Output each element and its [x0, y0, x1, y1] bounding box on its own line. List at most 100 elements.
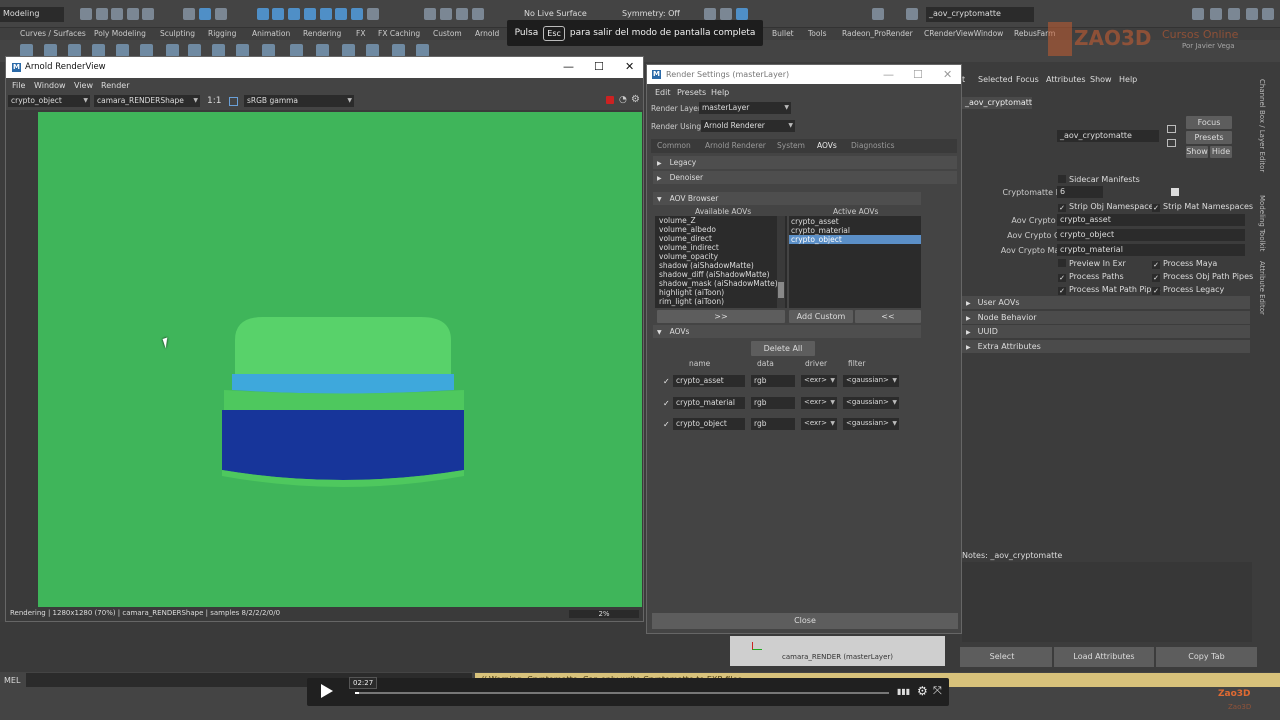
- ae-node-tab[interactable]: _aov_cryptomatte: [962, 97, 1032, 109]
- node-name-field[interactable]: _aov_cryptomatte: [926, 7, 1034, 22]
- node-select-icon[interactable]: [1167, 125, 1176, 133]
- region-icon[interactable]: [229, 97, 238, 106]
- shelf-tab-rigging[interactable]: Rigging: [208, 29, 236, 38]
- aov-name-field[interactable]: crypto_asset: [673, 375, 745, 387]
- render-canvas[interactable]: [6, 110, 643, 607]
- shelf-tab-animation[interactable]: Animation: [252, 29, 290, 38]
- input-field-icon[interactable]: [704, 8, 716, 20]
- shelf-tab-fx-caching[interactable]: FX Caching: [378, 29, 420, 38]
- close-icon[interactable]: ✕: [625, 60, 634, 73]
- settings-gear-icon[interactable]: ⚙: [631, 94, 640, 105]
- hypershade-icon[interactable]: [472, 8, 484, 20]
- shelf-tab-curves[interactable]: Curves / Surfaces: [20, 29, 86, 38]
- ae-menu-focus[interactable]: Focus: [1016, 75, 1039, 84]
- process-obj-box[interactable]: ✓: [1152, 274, 1160, 282]
- shelf-tab-radeon[interactable]: Radeon_ProRender: [842, 29, 913, 38]
- aov-name-field[interactable]: crypto_object: [673, 418, 745, 430]
- section-aovs[interactable]: AOVs: [653, 325, 921, 338]
- preview-exr-checkbox[interactable]: Preview In Exr: [1058, 259, 1126, 268]
- aov-data-field[interactable]: rgb: [751, 375, 795, 387]
- live-surface-label[interactable]: No Live Surface: [524, 9, 587, 18]
- notes-textarea[interactable]: [962, 562, 1252, 642]
- pause-icon[interactable]: [872, 8, 884, 20]
- aov-driver-dropdown[interactable]: <exr>: [801, 375, 837, 387]
- available-aovs-scrollbar[interactable]: [777, 216, 785, 308]
- ae-menu-attributes[interactable]: Attributes: [1046, 75, 1086, 84]
- snap-grid-icon[interactable]: [257, 8, 269, 20]
- available-aov-item[interactable]: shadow_diff (aiShadowMatte): [659, 270, 770, 279]
- strip-obj-checkbox[interactable]: ✓ Strip Obj Namespaces: [1058, 202, 1158, 212]
- rv-menu-view[interactable]: View: [74, 81, 93, 90]
- ipr-icon[interactable]: ◔: [619, 95, 627, 105]
- aov-data-field[interactable]: rgb: [751, 418, 795, 430]
- render-using-dropdown[interactable]: Arnold Renderer: [701, 120, 795, 132]
- asset-field[interactable]: crypto_asset: [1057, 214, 1245, 226]
- volume-icon[interactable]: ▮▮▮: [897, 687, 910, 696]
- load-attributes-button[interactable]: Load Attributes: [1054, 647, 1154, 667]
- snap-point-icon[interactable]: [288, 8, 300, 20]
- ratio-button[interactable]: 1:1: [207, 96, 221, 106]
- cryptomatte-field[interactable]: _aov_cryptomatte: [1057, 130, 1159, 142]
- scroll-thumb[interactable]: [778, 282, 784, 298]
- aov-dropdown[interactable]: crypto_object: [8, 95, 90, 107]
- gear-icon[interactable]: ⚙: [917, 684, 928, 698]
- process-maya-checkbox[interactable]: ✓ Process Maya: [1152, 259, 1217, 269]
- select-component-icon[interactable]: [215, 8, 227, 20]
- fullscreen-icon[interactable]: ⤧: [933, 684, 942, 698]
- shelf-tab-arnold[interactable]: Arnold: [475, 29, 499, 38]
- process-paths-box[interactable]: ✓: [1058, 274, 1066, 282]
- snap-view-icon[interactable]: [304, 8, 316, 20]
- available-aovs-list[interactable]: volume_Z volume_albedo volume_direct vol…: [655, 216, 787, 308]
- shelf-tab-fx[interactable]: FX: [356, 29, 365, 38]
- section-aov-browser[interactable]: AOV Browser: [653, 192, 921, 205]
- snap-vertex-icon[interactable]: [351, 8, 363, 20]
- play-icon[interactable]: [321, 684, 333, 698]
- tab-diagnostics[interactable]: Diagnostics: [851, 141, 895, 150]
- render-view-icon[interactable]: [720, 8, 732, 20]
- rs-menu-help[interactable]: Help: [711, 88, 729, 97]
- remove-aov-button[interactable]: <<: [855, 310, 921, 323]
- section-extra-attributes[interactable]: Extra Attributes: [962, 340, 1250, 353]
- active-aov-item[interactable]: crypto_asset: [789, 217, 921, 226]
- aov-data-field[interactable]: rgb: [751, 397, 795, 409]
- side-tab-modeling-toolkit[interactable]: Modeling Toolkit: [1258, 195, 1266, 251]
- process-mat-checkbox[interactable]: ✓ Process Mat Path Pipes: [1058, 285, 1161, 295]
- section-uuid[interactable]: UUID: [962, 325, 1250, 338]
- lock-icon[interactable]: [367, 8, 379, 20]
- camera-icon[interactable]: [736, 8, 748, 20]
- available-aov-item[interactable]: volume_indirect: [659, 243, 719, 252]
- toggle-panel-icon-2[interactable]: [1210, 8, 1222, 20]
- shelf-tab-rendering[interactable]: Rendering: [303, 29, 341, 38]
- process-mat-box[interactable]: ✓: [1058, 287, 1066, 295]
- render-frame-icon[interactable]: [424, 8, 436, 20]
- tab-aovs[interactable]: AOVs: [817, 141, 837, 150]
- strip-mat-box[interactable]: ✓: [1152, 204, 1160, 212]
- presets-button[interactable]: Presets: [1186, 131, 1232, 144]
- tab-common[interactable]: Common: [657, 141, 691, 150]
- add-aov-button[interactable]: >>: [657, 310, 785, 323]
- hide-button[interactable]: Hide: [1210, 146, 1232, 158]
- snap-edge-icon[interactable]: [335, 8, 347, 20]
- render-layer-dropdown[interactable]: masterLayer: [699, 102, 791, 114]
- strip-mat-checkbox[interactable]: ✓ Strip Mat Namespaces: [1152, 202, 1253, 212]
- section-denoiser[interactable]: Denoiser: [653, 171, 957, 184]
- rs-minimize-icon[interactable]: —: [883, 68, 894, 81]
- active-aov-item-selected[interactable]: crypto_object: [789, 235, 921, 244]
- minimize-icon[interactable]: —: [563, 60, 574, 73]
- ae-menu-help[interactable]: Help: [1119, 75, 1137, 84]
- open-scene-icon[interactable]: [96, 8, 108, 20]
- rs-close-icon[interactable]: ✕: [943, 68, 952, 81]
- side-tab-attribute-editor[interactable]: Attribute Editor: [1258, 261, 1266, 315]
- render-settings-icon[interactable]: [456, 8, 468, 20]
- strip-obj-box[interactable]: ✓: [1058, 204, 1066, 212]
- aov-filter-dropdown[interactable]: <gaussian>: [843, 418, 899, 430]
- symmetry-label[interactable]: Symmetry: Off: [622, 9, 680, 18]
- copy-tab-button[interactable]: Copy Tab: [1156, 647, 1257, 667]
- save-scene-icon[interactable]: [111, 8, 123, 20]
- render-settings-titlebar[interactable]: M Render Settings (masterLayer) — ☐ ✕: [647, 65, 961, 84]
- select-object-icon[interactable]: [199, 8, 211, 20]
- stop-render-icon[interactable]: [606, 96, 614, 104]
- available-aov-item[interactable]: shadow (aiShadowMatte): [659, 261, 754, 270]
- aov-enabled-checkbox[interactable]: ✓: [663, 377, 672, 386]
- select-button[interactable]: Select: [952, 647, 1052, 667]
